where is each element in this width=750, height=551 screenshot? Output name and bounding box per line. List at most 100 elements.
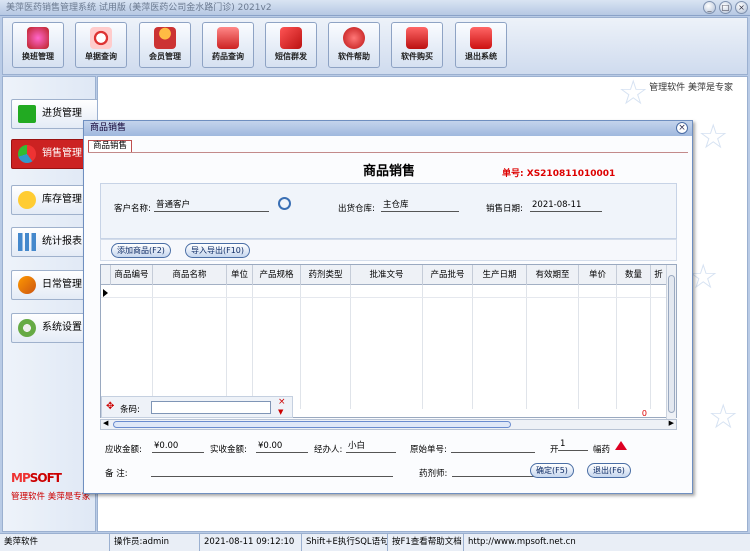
sale-date-label: 销售日期: <box>486 204 523 214</box>
import-export-button[interactable]: 导入导出(F10) <box>185 243 251 258</box>
tab-sales[interactable]: 商品销售 <box>88 140 133 152</box>
remark-field[interactable] <box>151 465 393 477</box>
star-icon <box>18 191 36 209</box>
toolbar-buy-button[interactable]: 软件购买 <box>391 22 443 68</box>
brand-logo: MPSOFT <box>11 471 62 485</box>
toolbar-drug-query-button[interactable]: 药品查询 <box>202 22 254 68</box>
toolbar-exit-button[interactable]: 退出系统 <box>455 22 507 68</box>
original-no-field[interactable] <box>451 441 535 453</box>
col-product-name[interactable]: 商品名称 <box>153 265 227 285</box>
total-quantity: 0 <box>641 409 647 418</box>
receivable-field: ¥0.00 <box>152 441 204 453</box>
dialog-close-button[interactable]: × <box>676 122 688 134</box>
prescription-suffix: 幅药 <box>593 445 611 455</box>
received-field[interactable]: ¥0.00 <box>256 441 308 453</box>
col-spec[interactable]: 产品规格 <box>253 265 301 285</box>
pie-icon <box>18 145 36 163</box>
toolbar-shift-button[interactable]: 换班管理 <box>12 22 64 68</box>
alert-icon[interactable] <box>615 441 627 450</box>
col-approval-no[interactable]: 批准文号 <box>351 265 423 285</box>
col-discount[interactable]: 折 <box>651 265 667 285</box>
exit-dialog-button[interactable]: 退出(F6) <box>587 463 631 478</box>
scroll-right-icon[interactable]: ▶ <box>669 419 674 427</box>
status-time: 2021-08-11 09:12:10 <box>200 534 302 551</box>
received-label: 实收金额: <box>210 445 247 455</box>
minimize-button[interactable]: _ <box>703 1 716 14</box>
sidebar-slogan: 管理软件 美萍是专家 <box>11 492 91 502</box>
sale-date-field[interactable]: 2021-08-11 <box>530 200 602 212</box>
customer-field[interactable]: 普通客户 <box>154 200 269 212</box>
barcode-label: 条码: <box>120 405 140 415</box>
toolbar-help-button[interactable]: 软件帮助 <box>328 22 380 68</box>
gear-icon <box>18 319 36 337</box>
grid-vertical-scrollbar[interactable] <box>666 265 676 419</box>
brush-icon <box>18 276 36 294</box>
barcode-panel: ✥ 条码: × ▼ <box>101 396 293 418</box>
grid-header: 商品编号 商品名称 单位 产品规格 药剂类型 批准文号 产品批号 生产日期 有效… <box>101 265 667 285</box>
col-expiry-date[interactable]: 有效期至 <box>527 265 579 285</box>
maximize-button[interactable]: □ <box>719 1 732 14</box>
shift-change-icon <box>27 27 49 49</box>
status-bar: 美萍软件 操作员:admin 2021-08-11 09:12:10 Shift… <box>0 533 750 551</box>
toolbar-member-button[interactable]: 会员管理 <box>139 22 191 68</box>
product-grid[interactable]: 商品编号 商品名称 单位 产品规格 药剂类型 批准文号 产品批号 生产日期 有效… <box>100 264 677 419</box>
yen-icon <box>406 27 428 49</box>
customer-search-icon[interactable] <box>278 197 291 210</box>
help-icon <box>343 27 365 49</box>
receivable-label: 应收金额: <box>105 445 142 455</box>
pharmacist-label: 药剂师: <box>419 469 448 479</box>
dialog-title: 商品销售 <box>84 121 692 136</box>
barcode-input[interactable] <box>151 401 271 414</box>
plus-icon <box>18 105 36 123</box>
envelope-icon <box>280 27 302 49</box>
barcode-dropdown-icon[interactable]: ▼ <box>278 408 283 416</box>
background-star-icon: ☆ <box>618 76 649 113</box>
pill-box-icon <box>217 27 239 49</box>
power-icon <box>470 27 492 49</box>
main-toolbar: 换班管理 单据查询 会员管理 药品查询 短信群发 软件帮助 软件购买 退出系统 <box>2 17 748 75</box>
confirm-button[interactable]: 确定(F5) <box>530 463 574 478</box>
status-url[interactable]: http://www.mpsoft.net.cn <box>464 534 750 551</box>
barcode-close-icon[interactable]: × <box>278 397 286 407</box>
bar-chart-icon <box>18 233 36 251</box>
background-star-icon: ☆ <box>708 397 739 437</box>
handler-label: 经办人: <box>314 445 343 455</box>
status-operator: 操作员:admin <box>110 534 200 551</box>
toolbar-voucher-query-button[interactable]: 单据查询 <box>75 22 127 68</box>
original-no-label: 原始单号: <box>410 445 447 455</box>
status-sql-hint: Shift+E执行SQL语句 <box>302 534 388 551</box>
prescription-count-field[interactable]: 1 <box>558 439 588 451</box>
remark-label: 备 注: <box>105 469 128 479</box>
warehouse-field[interactable]: 主仓库 <box>381 200 459 212</box>
col-unit[interactable]: 单位 <box>227 265 253 285</box>
col-production-date[interactable]: 生产日期 <box>473 265 527 285</box>
col-product-code[interactable]: 商品编号 <box>111 265 153 285</box>
add-product-button[interactable]: 添加商品(F2) <box>111 243 171 258</box>
toolbar-sms-button[interactable]: 短信群发 <box>265 22 317 68</box>
window-title: 美萍医药销售管理系统 试用版 (美萍医药公司金水路门诊) 2021v2 <box>6 3 272 13</box>
member-icon <box>154 27 176 49</box>
header-fields: 客户名称: 普通客户 出货仓库: 主仓库 销售日期: 2021-08-11 <box>100 183 677 239</box>
sales-dialog: 商品销售 × 商品销售 商品销售 单号: XS210811010001 客户名称… <box>83 120 693 494</box>
col-dosage-type[interactable]: 药剂类型 <box>301 265 351 285</box>
doc-number: 单号: XS210811010001 <box>502 169 616 179</box>
customer-label: 客户名称: <box>114 204 151 214</box>
form-title: 商品销售 <box>363 164 416 179</box>
magnifier-icon <box>90 27 112 49</box>
pharmacist-field[interactable] <box>452 465 536 477</box>
close-button[interactable]: × <box>735 1 748 14</box>
window-titlebar: 美萍医药销售管理系统 试用版 (美萍医药公司金水路门诊) 2021v2 _ □ … <box>0 0 750 16</box>
action-bar: 添加商品(F2) 导入导出(F10) <box>100 239 677 261</box>
status-app: 美萍软件 <box>0 534 110 551</box>
grid-horizontal-scrollbar[interactable]: ◀ ▶ <box>100 419 677 430</box>
status-help-hint: 按F1查看帮助文档 <box>388 534 464 551</box>
col-unit-price[interactable]: 单价 <box>579 265 617 285</box>
col-batch-no[interactable]: 产品批号 <box>423 265 473 285</box>
scroll-left-icon[interactable]: ◀ <box>103 419 108 427</box>
col-quantity[interactable]: 数量 <box>617 265 651 285</box>
warehouse-label: 出货仓库: <box>338 204 375 214</box>
current-row-indicator <box>103 289 108 297</box>
handler-field[interactable]: 小白 <box>346 441 396 453</box>
barcode-icon: ✥ <box>106 401 115 412</box>
sidebar: 进货管理 销售管理 库存管理 统计报表 日常管理 系统设置 MPSOFT 管理软… <box>2 76 101 532</box>
